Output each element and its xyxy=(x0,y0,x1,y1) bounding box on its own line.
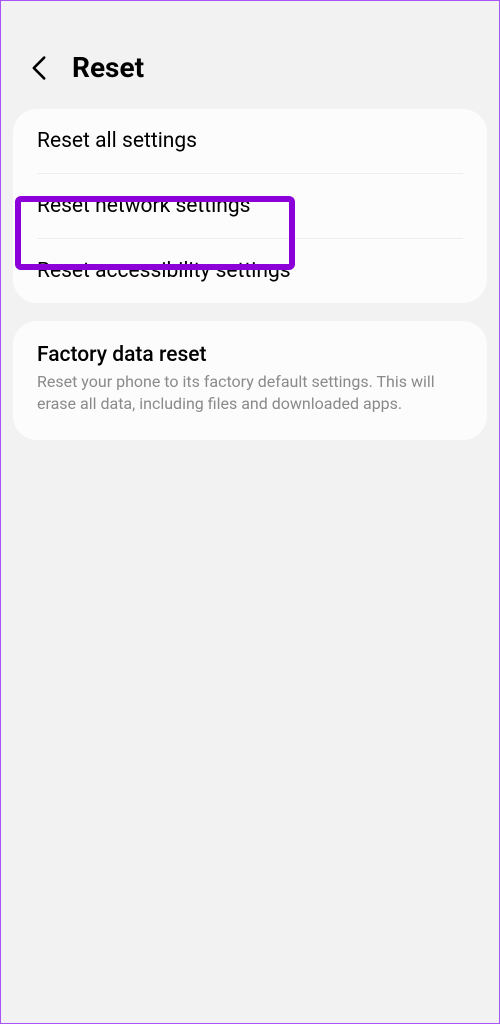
factory-reset-description: Reset your phone to its factory default … xyxy=(37,371,463,414)
factory-reset-title: Factory data reset xyxy=(37,343,463,367)
back-icon[interactable] xyxy=(26,55,52,81)
reset-accessibility-settings-item[interactable]: Reset accessibility settings xyxy=(13,239,487,303)
reset-options-card: Reset all settings Reset network setting… xyxy=(13,109,487,303)
page-title: Reset xyxy=(72,51,144,84)
reset-all-settings-item[interactable]: Reset all settings xyxy=(13,109,487,173)
list-item-label: Reset all settings xyxy=(37,129,463,153)
list-item-label: Reset accessibility settings xyxy=(37,259,463,283)
reset-network-settings-item[interactable]: Reset network settings xyxy=(13,174,487,238)
factory-data-reset-item[interactable]: Factory data reset Reset your phone to i… xyxy=(13,321,487,440)
list-item-label: Reset network settings xyxy=(37,194,463,218)
header: Reset xyxy=(1,1,499,109)
